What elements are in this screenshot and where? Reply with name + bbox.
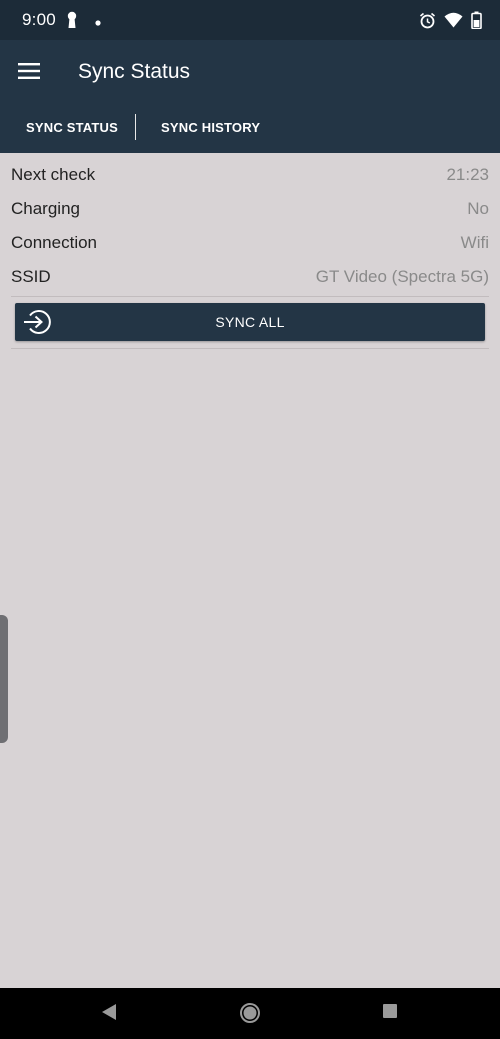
recent-square-icon[interactable]	[381, 1002, 399, 1025]
edge-panel-handle[interactable]	[0, 615, 8, 743]
battery-icon	[471, 11, 482, 34]
info-row-ssid: SSID GT Video (Spectra 5G)	[11, 263, 489, 293]
tab-sync-status[interactable]: SYNC STATUS	[26, 120, 118, 135]
info-row-connection: Connection Wifi	[11, 229, 489, 259]
connection-label: Connection	[11, 233, 98, 252]
info-row-charging: Charging No	[11, 195, 489, 225]
status-bar: 9:00	[0, 0, 500, 40]
back-triangle-icon[interactable]	[100, 1002, 118, 1027]
next-check-label: Next check	[11, 165, 96, 184]
info-row-next-check: Next check 21:23	[11, 161, 489, 191]
home-circle-icon[interactable]	[239, 1002, 261, 1029]
divider	[11, 348, 489, 349]
wifi-icon	[444, 12, 463, 33]
alarm-icon	[419, 12, 436, 34]
page-title: Sync Status	[78, 60, 191, 83]
charging-label: Charging	[11, 199, 80, 218]
status-time: 9:00	[22, 10, 56, 29]
sync-all-button[interactable]: SYNC ALL	[15, 303, 485, 341]
divider	[11, 296, 489, 297]
status-left-icons	[66, 11, 102, 34]
status-right-icons	[419, 11, 482, 34]
tab-sync-history[interactable]: SYNC HISTORY	[161, 120, 260, 135]
dot-icon	[94, 14, 102, 32]
system-nav-bar	[0, 988, 500, 1039]
keyhole-icon	[66, 11, 78, 34]
tab-bar: SYNC STATUS SYNC HISTORY	[0, 110, 500, 153]
ssid-value: GT Video (Spectra 5G)	[315, 267, 489, 286]
ssid-label: SSID	[11, 267, 51, 286]
sync-all-label: SYNC ALL	[215, 314, 285, 330]
tab-divider	[135, 114, 136, 140]
next-check-value: 21:23	[446, 165, 489, 184]
connection-value: Wifi	[460, 233, 489, 252]
charging-value: No	[467, 199, 489, 218]
app-bar: Sync Status SYNC STATUS SYNC HISTORY	[0, 40, 500, 153]
hamburger-menu-icon[interactable]	[18, 62, 44, 82]
